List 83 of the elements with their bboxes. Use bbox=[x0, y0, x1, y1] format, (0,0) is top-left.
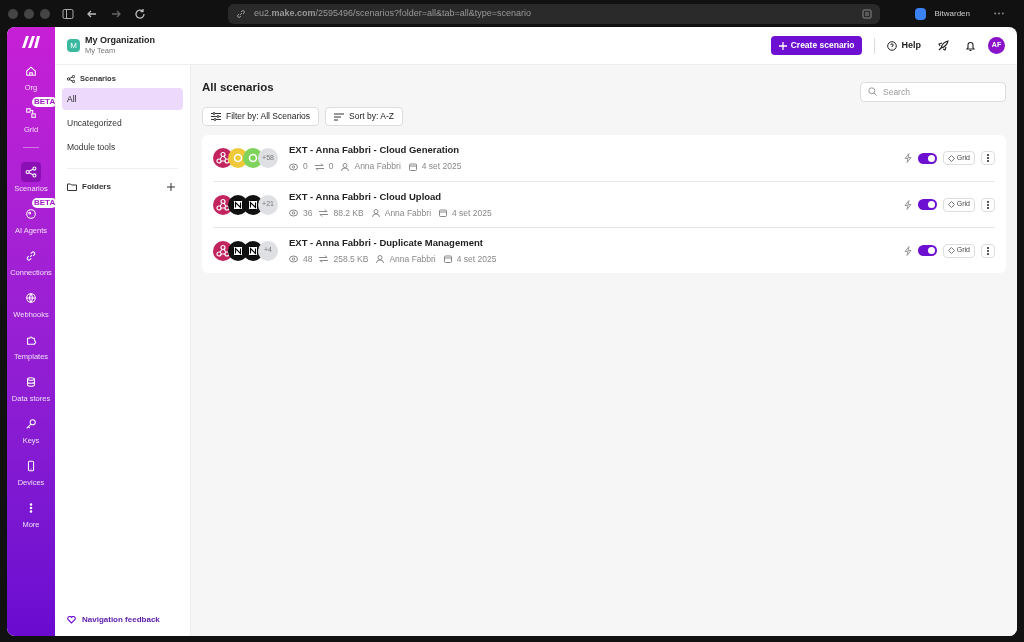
bolt-icon[interactable] bbox=[903, 245, 912, 256]
reader-icon[interactable] bbox=[862, 8, 872, 19]
beta-badge: BETA bbox=[32, 97, 58, 107]
create-scenario-button[interactable]: Create scenario bbox=[770, 36, 863, 55]
diamond-icon bbox=[947, 154, 955, 162]
transfer-icon bbox=[319, 255, 329, 264]
toggle-switch[interactable] bbox=[917, 152, 937, 164]
eye-icon bbox=[289, 162, 298, 171]
calendar-icon bbox=[443, 255, 452, 264]
link-icon bbox=[236, 8, 246, 19]
toggle-switch[interactable] bbox=[917, 199, 937, 210]
owner-name: Anna Fabbri bbox=[354, 160, 401, 173]
toggle-switch[interactable] bbox=[917, 245, 937, 256]
beta-badge: BETA bbox=[32, 198, 58, 208]
folders-heading: Folders bbox=[82, 181, 111, 193]
help-icon bbox=[887, 40, 898, 51]
plus-icon bbox=[778, 41, 787, 50]
phone-icon bbox=[25, 460, 37, 472]
scenario-name[interactable]: EXT - Anna Fabbri - Cloud Generation bbox=[289, 143, 462, 158]
more-options-button[interactable] bbox=[981, 151, 995, 165]
operations-count: 0 bbox=[303, 160, 308, 173]
heart-icon[interactable] bbox=[67, 616, 76, 624]
bolt-icon[interactable] bbox=[903, 199, 912, 210]
transfer-icon bbox=[319, 209, 329, 218]
sort-icon bbox=[334, 112, 345, 121]
more-options-button[interactable] bbox=[981, 197, 995, 212]
bell-icon[interactable] bbox=[965, 39, 976, 52]
reload-icon[interactable] bbox=[134, 7, 146, 20]
date-text: 4 set 2025 bbox=[421, 160, 462, 173]
search-field[interactable]: Search bbox=[860, 82, 1006, 102]
scenario-name[interactable]: EXT - Anna Fabbri - Cloud Upload bbox=[289, 189, 492, 204]
globe-icon bbox=[25, 292, 37, 304]
url-text: eu2.make.com/2595496/scenarios?folder=all&tab=all&type=scenario bbox=[254, 6, 531, 20]
feedback-link[interactable]: Navigation feedback bbox=[82, 614, 160, 626]
extension-label[interactable]: Bitwarden bbox=[934, 7, 970, 20]
puzzle-icon bbox=[25, 334, 37, 346]
more-options-button[interactable] bbox=[981, 243, 995, 258]
calendar-icon bbox=[408, 162, 417, 171]
folder-icon bbox=[67, 183, 77, 191]
sidebar-icon[interactable] bbox=[62, 7, 74, 20]
page-title: All scenarios bbox=[202, 80, 274, 96]
user-icon bbox=[341, 162, 350, 171]
search-icon bbox=[868, 87, 877, 96]
rocket-icon[interactable] bbox=[937, 39, 949, 52]
grid-icon bbox=[25, 107, 37, 119]
address-bar[interactable]: eu2.make.com/2595496/scenarios?folder=all&tab=all&type=scenario bbox=[228, 3, 880, 24]
share-icon bbox=[67, 75, 75, 83]
add-icon[interactable] bbox=[167, 183, 175, 191]
logo-icon[interactable] bbox=[21, 35, 41, 49]
data-transfer: 88.2 KB bbox=[333, 206, 364, 220]
db-icon bbox=[25, 376, 37, 388]
filter-icon bbox=[211, 112, 221, 121]
link-icon bbox=[25, 250, 37, 262]
filter-button[interactable]: Filter by: All Scenarios bbox=[202, 107, 320, 126]
sidebar-item[interactable]: Uncategorized bbox=[62, 112, 183, 134]
diamond-icon bbox=[947, 201, 955, 208]
key-icon bbox=[25, 418, 37, 430]
agent-icon bbox=[25, 208, 37, 220]
date-text: 4 set 2025 bbox=[456, 252, 497, 266]
owner-name: Anna Fabbri bbox=[384, 206, 432, 220]
owner-name: Anna Fabbri bbox=[389, 252, 436, 266]
bolt-icon[interactable] bbox=[903, 153, 912, 163]
sidebar-item[interactable]: All bbox=[62, 88, 183, 110]
data-transfer: 258.5 KB bbox=[333, 252, 369, 266]
eye-icon bbox=[289, 209, 298, 218]
scenario-name[interactable]: EXT - Anna Fabbri - Duplicate Management bbox=[289, 235, 497, 250]
diamond-icon bbox=[947, 247, 955, 254]
calendar-icon bbox=[439, 209, 448, 218]
home-icon bbox=[25, 65, 37, 77]
user-icon bbox=[376, 255, 385, 264]
user-icon bbox=[371, 209, 380, 218]
transfer-icon bbox=[314, 162, 324, 171]
data-transfer: 0 bbox=[328, 160, 334, 173]
sidebar-item[interactable]: Module tools bbox=[62, 136, 183, 158]
share-icon bbox=[25, 166, 37, 178]
org-name[interactable]: My Organization bbox=[85, 35, 155, 47]
sort-button[interactable]: Sort by: A-Z bbox=[325, 107, 403, 126]
operations-count: 48 bbox=[303, 252, 313, 266]
operations-count: 36 bbox=[303, 206, 313, 220]
eye-icon bbox=[289, 255, 298, 264]
more-icon[interactable] bbox=[994, 12, 1004, 15]
date-text: 4 set 2025 bbox=[452, 206, 492, 220]
help-button[interactable]: Help bbox=[887, 38, 921, 53]
